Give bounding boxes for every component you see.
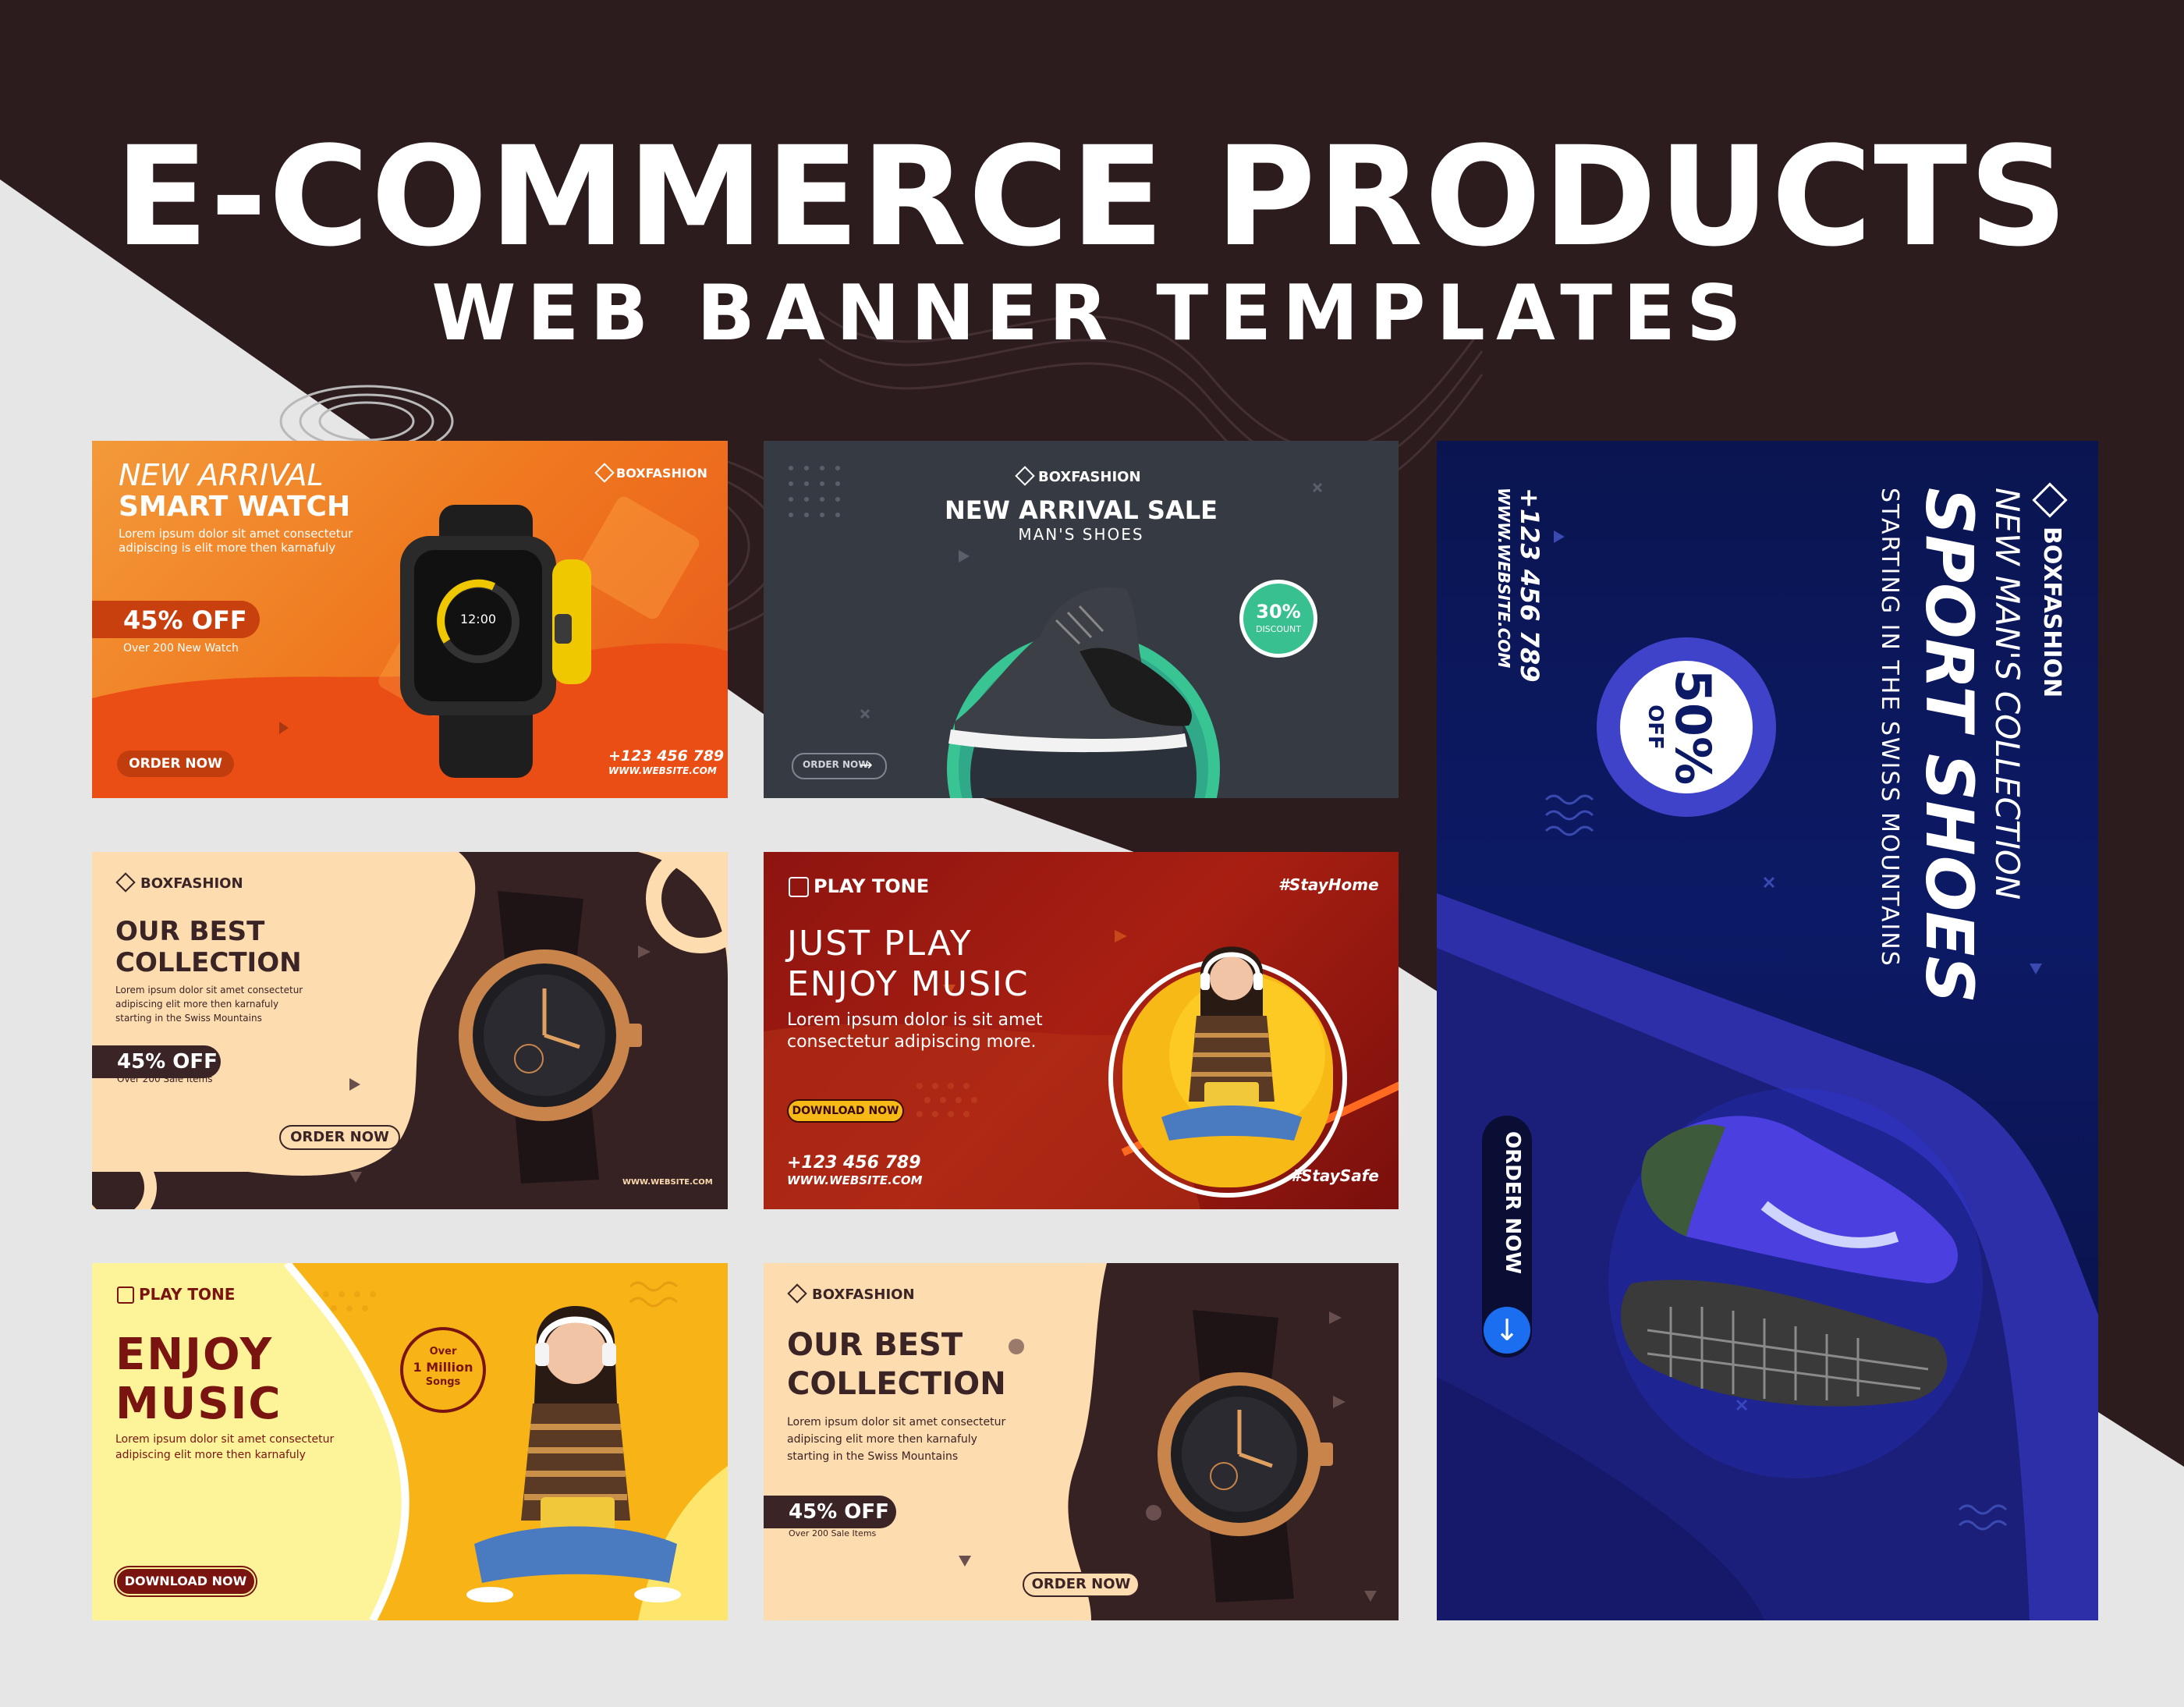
- order-now-button[interactable]: ORDER NOW: [279, 1125, 400, 1150]
- banner-tagline: STARTING IN THE SWISS MOUNTAINS: [1876, 488, 1903, 967]
- banner-description: adipiscing elit more then karnafuly: [115, 1449, 306, 1461]
- discount-text: 45% OFF: [123, 605, 247, 635]
- banner-headline-2: SMART WATCH: [119, 491, 351, 523]
- banner-best-collection-1[interactable]: BOXFASHION OUR BEST COLLECTION Lorem ips…: [92, 852, 728, 1209]
- discount-text: 45% OFF: [117, 1050, 218, 1074]
- banner-description: Lorem ipsum dolor sit amet consectetur: [115, 985, 303, 995]
- banner-headline-1: NEW MAN'S COLLECTION: [1988, 488, 2026, 900]
- banner-description: Lorem ipsum dolor sit amet consectetur: [119, 527, 353, 541]
- banner-best-collection-2[interactable]: BOXFASHION OUR BEST COLLECTION Lorem ips…: [764, 1263, 1399, 1620]
- banner-headline-2: COLLECTION: [787, 1366, 1006, 1402]
- discount-subtext: Over 200 Sale Items: [789, 1528, 877, 1538]
- banner-sport-shoes[interactable]: BOXFASHION NEW MAN'S COLLECTION SPORT SH…: [1437, 441, 2098, 1620]
- banner-description: Lorem ipsum dolor sit amet consectetur: [787, 1416, 1006, 1428]
- phone-number: +123 456 789: [1515, 488, 1544, 683]
- play-logo-icon: [789, 877, 809, 897]
- woman-listening-music-image: [1161, 946, 1302, 1141]
- banner-new-arrival-shoes[interactable]: BOXFASHION NEW ARRIVAL SALE MAN'S SHOES …: [764, 441, 1399, 798]
- website-url: WWW.WEBSITE.COM: [787, 1173, 923, 1187]
- watch-screen-time: 12:00: [460, 612, 496, 626]
- discount-subtext: Over 200 New Watch: [123, 642, 239, 655]
- wristwatch-image: [459, 891, 642, 1184]
- banner-headline-1: JUST PLAY: [787, 924, 973, 964]
- banner-description: adipiscing elit more then karnafuly: [115, 999, 279, 1010]
- discount-badge-value: 30%: [1256, 601, 1301, 623]
- banner-headline: NEW ARRIVAL SALE: [945, 495, 1218, 525]
- banner-headline-1: ENJOY: [115, 1329, 274, 1380]
- discount-badge-label: DISCOUNT: [1255, 624, 1302, 634]
- brand-logo-text: BOXFASHION: [2038, 527, 2065, 698]
- discount-text: 45% OFF: [789, 1500, 889, 1524]
- wristwatch-image: [1158, 1310, 1333, 1602]
- sport-shoe-image: [1608, 1088, 1983, 1478]
- banner-description: consectetur adipiscing more.: [787, 1032, 1037, 1052]
- banner-headline-2: SPORT SHOES: [1911, 488, 1987, 1004]
- banner-subheadline: MAN'S SHOES: [1018, 525, 1144, 544]
- banner-description: adipiscing elit more then karnafuly: [787, 1433, 977, 1446]
- banner-headline-2: MUSIC: [115, 1379, 282, 1429]
- hashtag-stay-home: #StayHome: [1278, 875, 1379, 894]
- website-url: WWW.WEBSITE.COM: [1494, 488, 1513, 669]
- brand-logo-text: BOXFASHION: [1038, 469, 1141, 485]
- brand-logo-text: PLAY TONE: [814, 875, 930, 897]
- discount-badge-label: OFF: [1643, 704, 1667, 750]
- order-now-button[interactable]: ORDER NOW: [1023, 1572, 1140, 1597]
- page-subtitle: WEB BANNER TEMPLATES: [431, 269, 1753, 358]
- banner-headline-2: ENJOY MUSIC: [787, 964, 1030, 1004]
- brand-logo-text: BOXFASHION: [140, 875, 243, 892]
- woman-listening-music-image: [466, 1306, 681, 1602]
- brand-logo-text: BOXFASHION: [812, 1286, 915, 1303]
- download-now-button[interactable]: DOWNLOAD NOW: [115, 1567, 256, 1595]
- banner-headline-1: OUR BEST: [115, 916, 265, 947]
- discount-badge-value: 50%: [1665, 669, 1721, 786]
- phone-number: +123 456 789: [787, 1153, 921, 1173]
- banner-headline-1: OUR BEST: [787, 1327, 963, 1363]
- play-logo-icon: [117, 1286, 134, 1304]
- arrow-right-icon: →: [860, 755, 873, 774]
- brand-logo-text: PLAY TONE: [139, 1285, 236, 1304]
- banner-description: starting in the Swiss Mountains: [115, 1013, 262, 1024]
- banner-description: adipiscing is elit more then karnafuly: [119, 541, 336, 555]
- download-now-button[interactable]: DOWNLOAD NOW: [787, 1099, 904, 1123]
- banner-smart-watch[interactable]: NEW ARRIVAL SMART WATCH Lorem ipsum dolo…: [92, 441, 728, 798]
- order-now-label: ORDER NOW: [803, 759, 869, 770]
- discount-badge-text-group: 50% OFF: [1620, 661, 1753, 793]
- banner-headline-2: COLLECTION: [115, 947, 302, 978]
- order-now-label: ORDER NOW: [1501, 1131, 1524, 1275]
- arrow-down-icon: ↓: [1484, 1307, 1530, 1354]
- discount-subtext: Over 200 Sale Items: [117, 1074, 213, 1084]
- banner-just-play-music[interactable]: PLAY TONE #StayHome JUST PLAY ENJOY MUSI…: [764, 852, 1399, 1209]
- page-title: E-COMMERCE PRODUCTS: [115, 117, 2069, 277]
- order-now-button[interactable]: ORDER NOW: [117, 751, 234, 777]
- sneaker-image: [948, 587, 1192, 753]
- banner-enjoy-music[interactable]: PLAY TONE ENJOY MUSIC Lorem ipsum dolor …: [92, 1263, 728, 1620]
- brand-logo-text: BOXFASHION: [616, 466, 707, 481]
- banner-description: Lorem ipsum dolor sit amet consectetur: [115, 1433, 335, 1446]
- smartwatch-image: 12:00: [400, 505, 591, 778]
- banner-description: Lorem ipsum dolor is sit amet: [787, 1010, 1043, 1030]
- banner-description: starting in the Swiss Mountains: [787, 1450, 959, 1463]
- banner-headline-1: NEW ARRIVAL: [119, 458, 324, 492]
